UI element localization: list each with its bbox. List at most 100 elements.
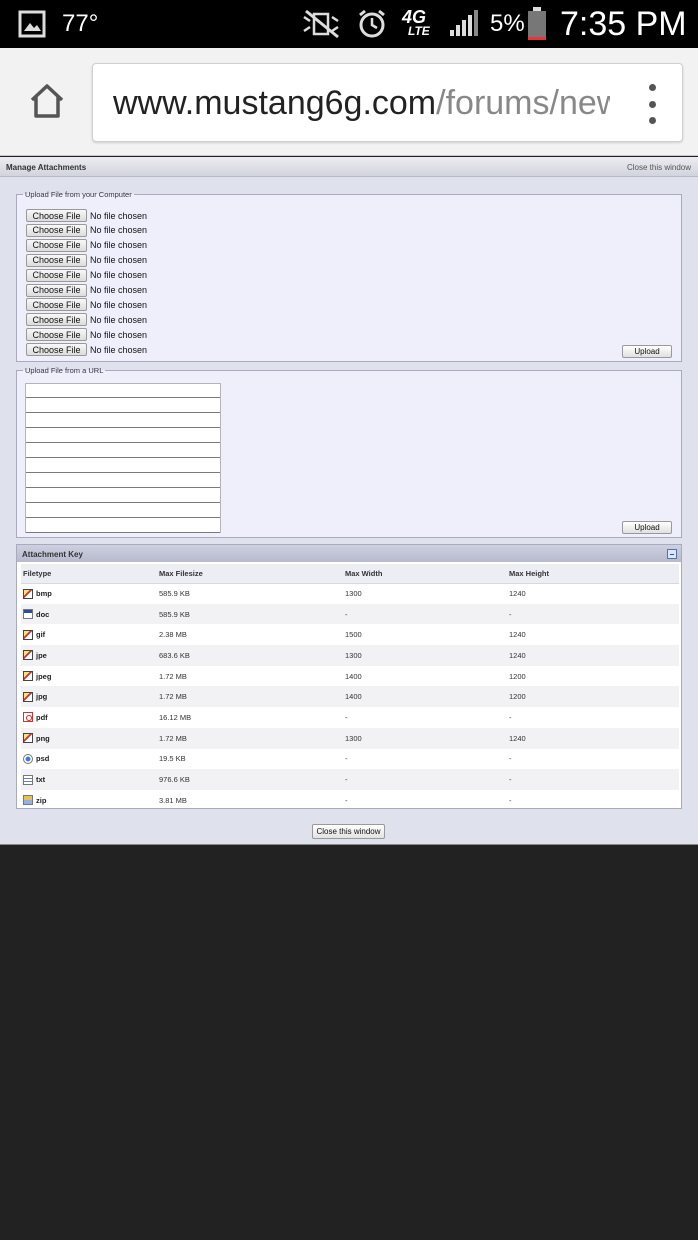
file-input-row: Choose File No file chosen — [26, 328, 147, 342]
max-width-cell: 1400 — [345, 671, 362, 681]
filetype: pdf — [23, 712, 157, 723]
image-file-icon — [23, 629, 33, 640]
filetype-cell: jpeg — [21, 666, 157, 687]
filetype: psd — [23, 753, 157, 764]
choose-file-button[interactable]: Choose File — [26, 268, 87, 282]
text-file-icon — [23, 774, 33, 785]
mute-icon — [302, 0, 348, 48]
filetype-label: pdf — [36, 712, 48, 722]
choose-file-button[interactable]: Choose File — [26, 209, 87, 222]
browser-toolbar: www.mustang6g.com/forums/new — [0, 48, 698, 156]
file-input-row: Choose File No file chosen — [26, 253, 147, 267]
file-input-row: Choose File No file chosen — [26, 238, 147, 252]
max-width-cell: 1400 — [343, 686, 507, 708]
file-status-text: No file chosen — [90, 314, 148, 325]
close-window-button[interactable]: Close this window — [312, 824, 385, 839]
url-input[interactable] — [26, 444, 220, 458]
filetype-cell: psd — [21, 749, 157, 770]
upload-url-button[interactable]: Upload — [622, 521, 672, 534]
filetype-cell: jpe — [21, 645, 157, 666]
url-input[interactable] — [26, 429, 220, 443]
max-height-cell: - — [509, 754, 512, 764]
max-size-cell: 16.12 MB — [159, 712, 192, 722]
pdf-file-icon — [23, 712, 33, 723]
filetype-cell: doc — [21, 603, 157, 625]
filetype: jpg — [23, 691, 157, 702]
file-input-row: Choose File No file chosen — [26, 209, 147, 222]
max-width-cell: 1300 — [345, 589, 362, 599]
gallery-icon — [18, 0, 46, 48]
max-height-cell: 1240 — [507, 727, 679, 749]
signal-icon — [448, 0, 480, 48]
url-input[interactable] — [26, 414, 220, 428]
choose-file-button[interactable]: Choose File — [26, 238, 87, 252]
home-icon — [30, 84, 64, 118]
window-titlebar: Manage Attachments Close this window — [0, 157, 698, 177]
filetype-label: zip — [36, 795, 47, 805]
table-row: zip 3.81 MB - - — [21, 790, 679, 811]
alarm-icon — [356, 0, 388, 48]
url-input[interactable] — [26, 504, 220, 518]
file-input-row: Choose File No file chosen — [26, 298, 147, 312]
choose-file-button[interactable]: Choose File — [26, 298, 87, 312]
address-bar[interactable]: www.mustang6g.com/forums/new — [92, 63, 683, 142]
table-row: jpg 1.72 MB 1400 1200 — [21, 686, 679, 708]
file-status-text: No file chosen — [90, 344, 148, 355]
filetype: zip — [23, 795, 157, 806]
filetype-label: gif — [36, 630, 46, 640]
max-size-cell: 683.6 KB — [157, 645, 343, 666]
max-width-cell: - — [343, 603, 507, 625]
attachment-key-table: Filetype Max Filesize Max Width Max Heig… — [21, 564, 679, 811]
url-input[interactable] — [26, 474, 220, 488]
network-type: 4G LTE — [402, 0, 430, 48]
max-size-cell: 585.9 KB — [157, 603, 343, 625]
home-button[interactable] — [24, 78, 70, 124]
upload-computer-button[interactable]: Upload — [622, 345, 672, 358]
max-height-cell: 1200 — [507, 686, 679, 708]
file-input-row: Choose File No file chosen — [26, 268, 147, 282]
filetype-label: txt — [36, 775, 46, 785]
filetype-cell: zip — [21, 790, 157, 811]
choose-file-button[interactable]: Choose File — [26, 313, 87, 327]
filetype: bmp — [23, 588, 157, 599]
choose-file-button[interactable]: Choose File — [26, 223, 87, 237]
image-file-icon — [23, 588, 33, 599]
filetype: jpe — [23, 650, 157, 661]
url-input[interactable] — [26, 384, 220, 398]
table-row: bmp 585.9 KB 1300 1240 — [21, 583, 679, 604]
image-file-icon — [23, 650, 33, 661]
url-input[interactable] — [26, 519, 220, 533]
menu-dot-icon — [648, 100, 656, 108]
image-file-icon — [23, 671, 33, 682]
page-title: Manage Attachments — [6, 163, 87, 172]
filetype: jpeg — [23, 671, 157, 682]
column-header: Max Filesize — [157, 564, 343, 584]
filetype-cell: gif — [21, 624, 157, 645]
choose-file-button[interactable]: Choose File — [26, 328, 87, 342]
close-window-link[interactable]: Close this window — [627, 163, 691, 172]
filetype-label: png — [36, 733, 50, 743]
overflow-menu-button[interactable] — [642, 84, 662, 124]
table-row: png 1.72 MB 1300 1240 — [21, 727, 679, 749]
filetype: gif — [23, 629, 157, 640]
url-input[interactable] — [26, 489, 220, 503]
choose-file-button[interactable]: Choose File — [26, 283, 87, 297]
filetype-label: jpg — [36, 692, 48, 702]
filetype-label: psd — [36, 754, 50, 764]
image-file-icon — [23, 733, 33, 744]
max-height-cell: 1240 — [507, 645, 679, 666]
choose-file-button[interactable]: Choose File — [26, 343, 87, 357]
filetype-cell: png — [21, 727, 157, 749]
filetype-cell: jpg — [21, 686, 157, 708]
file-input-row: Choose File No file chosen — [26, 223, 147, 237]
url-input[interactable] — [26, 459, 220, 473]
max-width-cell: 1500 — [345, 630, 362, 640]
table-row: jpe 683.6 KB 1300 1240 — [21, 645, 679, 666]
table-header-row: Filetype Max Filesize Max Width Max Heig… — [21, 564, 679, 584]
collapse-icon[interactable] — [667, 549, 677, 559]
file-input-row: Choose File No file chosen — [26, 313, 148, 327]
image-file-icon — [23, 691, 33, 702]
choose-file-button[interactable]: Choose File — [26, 253, 87, 267]
table-row: txt 976.6 KB - - — [21, 769, 679, 790]
url-input[interactable] — [26, 399, 220, 413]
